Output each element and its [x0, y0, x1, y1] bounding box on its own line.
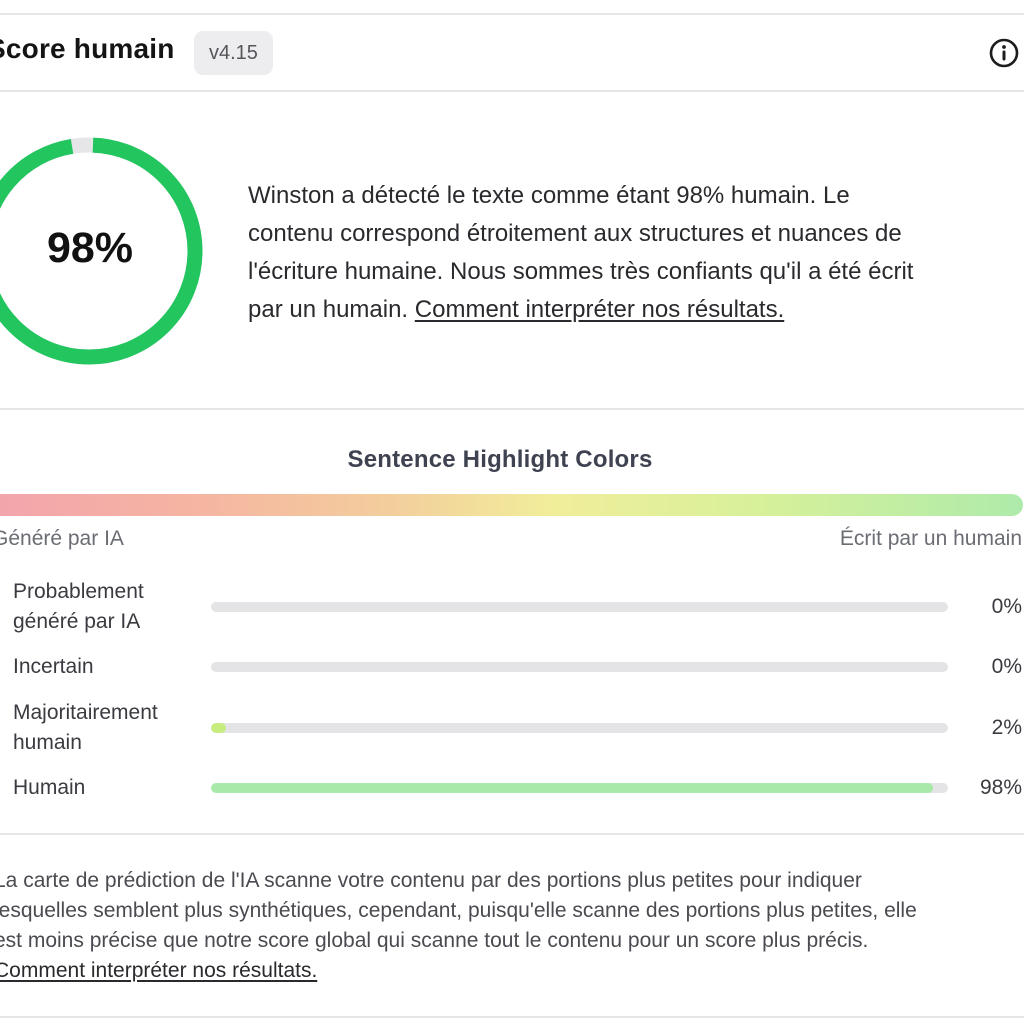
header-divider — [0, 90, 1024, 92]
score-percent: 98% — [46, 224, 134, 272]
footer-interpret-results-link[interactable]: Comment interpréter nos résultats. — [0, 956, 1024, 986]
top-divider — [0, 13, 1024, 15]
stat-label-probably-ai: Probablement généré par IA — [13, 580, 144, 633]
description-line-last: par un humain. Comment interpréter nos r… — [248, 291, 1024, 329]
interpret-results-link[interactable]: Comment interpréter nos résultats. — [415, 296, 784, 323]
stat-track-mostly-human — [211, 723, 948, 733]
section-title: Score humain — [0, 33, 175, 64]
stat-fill — [211, 723, 226, 733]
note-line: est moins précise que notre score global… — [0, 929, 869, 952]
stats-divider — [0, 833, 1024, 835]
stat-fill — [211, 783, 934, 793]
description-line: l'écriture humaine. Nous sommes très con… — [248, 258, 914, 285]
description-line-text: par un humain. — [248, 296, 409, 323]
scale-right-label: Écrit par un humain — [839, 527, 1022, 550]
stat-value-mostly-human: 2% — [991, 716, 1022, 739]
scale-left-label: Généré par IA — [0, 527, 124, 550]
stat-value-probably-ai: 0% — [991, 595, 1022, 618]
stat-track-uncertain — [211, 662, 948, 672]
stat-value-human: 98% — [979, 776, 1022, 799]
stat-track-probably-ai — [211, 602, 948, 612]
description-line: contenu correspond étroitement aux struc… — [248, 220, 902, 247]
description-line: Winston a détecté le texte comme étant 9… — [248, 182, 850, 209]
stat-track-human — [211, 783, 948, 793]
highlight-title: Sentence Highlight Colors — [347, 446, 653, 473]
version-badge: v4.15 — [194, 31, 273, 75]
highlight-gradient-bar — [0, 494, 1023, 516]
note-line: La carte de prédiction de l'IA scanne vo… — [0, 869, 862, 892]
stat-label-mostly-human: Majoritairement humain — [13, 701, 158, 754]
stat-value-uncertain: 0% — [991, 655, 1022, 678]
note-line: lesquelles semblent plus synthétiques, c… — [0, 899, 917, 922]
stat-label-uncertain: Incertain — [13, 655, 94, 678]
stat-label-human: Humain — [13, 776, 86, 799]
score-divider — [0, 408, 1024, 410]
prediction-map-note: La carte de prédiction de l'IA scanne vo… — [0, 866, 1024, 986]
score-description: Winston a détecté le texte comme étant 9… — [248, 177, 1024, 329]
info-icon[interactable] — [988, 37, 1020, 69]
bottom-divider — [0, 1016, 1024, 1018]
